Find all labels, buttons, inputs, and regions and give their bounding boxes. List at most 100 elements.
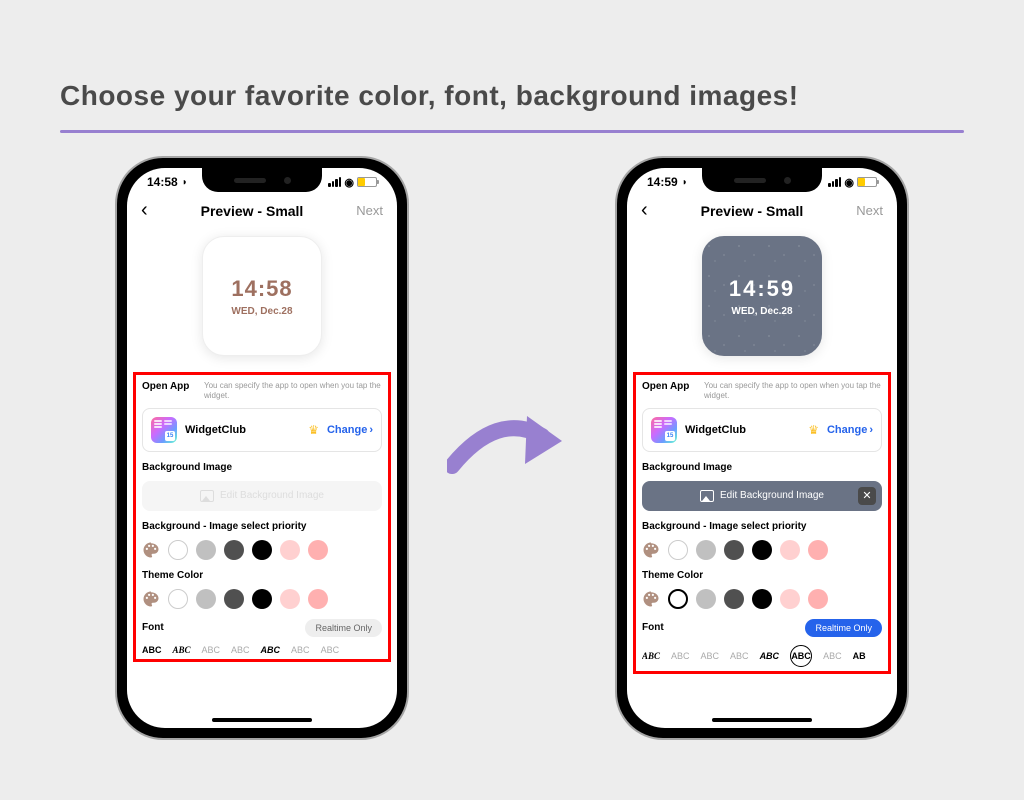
swatch-pink[interactable]	[808, 589, 828, 609]
swatch-lightgray[interactable]	[696, 540, 716, 560]
status-time: 14:58◗	[147, 175, 188, 189]
nav-title: Preview - Small	[201, 203, 304, 219]
page-heading: Choose your favorite color, font, backgr…	[60, 80, 964, 112]
swatch-pink[interactable]	[308, 589, 328, 609]
swatch-lightpink[interactable]	[780, 589, 800, 609]
phone-notch	[202, 168, 322, 192]
font-option[interactable]: ABC	[701, 651, 720, 661]
font-option[interactable]: ABC	[173, 645, 191, 655]
font-option[interactable]: ABC	[261, 645, 281, 655]
open-app-label: Open App	[642, 381, 696, 392]
close-icon[interactable]: ✕	[858, 487, 876, 505]
open-app-desc: You can specify the app to open when you…	[204, 381, 382, 402]
widget-date: WED, Dec.28	[231, 306, 292, 317]
edit-bg-button[interactable]: Edit Background Image	[142, 481, 382, 511]
font-option[interactable]: ABC	[671, 651, 690, 661]
battery-icon	[357, 177, 377, 187]
font-option[interactable]: AB	[853, 651, 866, 661]
edit-bg-button[interactable]: Edit Background Image ✕	[642, 481, 882, 511]
theme-color-title: Theme Color	[642, 570, 882, 581]
palette-icon[interactable]	[142, 590, 160, 608]
font-option[interactable]: ABC	[202, 645, 221, 655]
crown-icon: ♛	[308, 423, 319, 437]
font-samples: ABC ABC ABC ABC ABC ABC ABC AB	[642, 645, 882, 667]
font-option[interactable]: ABC	[231, 645, 250, 655]
theme-swatch-row	[642, 589, 882, 609]
swatch-darkgray[interactable]	[724, 589, 744, 609]
realtime-pill[interactable]: Realtime Only	[305, 619, 382, 637]
open-app-desc: You can specify the app to open when you…	[704, 381, 882, 402]
bg-swatch-row	[142, 540, 382, 560]
app-icon	[151, 417, 177, 443]
font-option[interactable]: ABC	[142, 645, 162, 655]
swatch-white[interactable]	[668, 540, 688, 560]
app-selector-row[interactable]: WidgetClub ♛ Change›	[142, 408, 382, 452]
next-button[interactable]: Next	[356, 203, 383, 218]
highlight-box: Open App You can specify the app to open…	[133, 372, 391, 662]
next-button[interactable]: Next	[856, 203, 883, 218]
home-indicator[interactable]	[712, 718, 812, 722]
swatch-lightgray[interactable]	[196, 540, 216, 560]
swatch-lightpink[interactable]	[780, 540, 800, 560]
font-option[interactable]: ABC	[321, 645, 340, 655]
font-title: Font	[642, 622, 696, 633]
font-option[interactable]: ABC	[291, 645, 310, 655]
app-selector-row[interactable]: WidgetClub ♛ Change›	[642, 408, 882, 452]
widget-time: 14:58	[231, 276, 292, 302]
status-icons: ◉	[328, 176, 377, 189]
app-name: WidgetClub	[685, 424, 800, 436]
back-button[interactable]: ‹	[141, 199, 148, 222]
font-option-selected[interactable]: ABC	[790, 645, 812, 667]
phone-right: 14:59◗ ◉ ‹ Preview - Small Next 14:59	[617, 158, 907, 738]
bg-image-title: Background Image	[142, 462, 382, 473]
signal-icon	[328, 177, 341, 187]
font-title: Font	[142, 622, 196, 633]
font-samples: ABC ABC ABC ABC ABC ABC ABC	[142, 645, 382, 655]
widget-date: WED, Dec.28	[731, 306, 792, 317]
font-option[interactable]: ABC	[760, 651, 780, 661]
realtime-pill[interactable]: Realtime Only	[805, 619, 882, 637]
swatch-pink[interactable]	[308, 540, 328, 560]
widget-preview-card: 14:58 WED, Dec.28	[202, 236, 322, 356]
swatch-lightpink[interactable]	[280, 589, 300, 609]
home-indicator[interactable]	[212, 718, 312, 722]
swatch-lightgray[interactable]	[196, 589, 216, 609]
nav-title: Preview - Small	[701, 203, 804, 219]
palette-icon[interactable]	[142, 541, 160, 559]
heading-underline	[60, 130, 964, 133]
widget-time: 14:59	[729, 276, 795, 302]
swatch-black[interactable]	[252, 589, 272, 609]
swatch-darkgray[interactable]	[724, 540, 744, 560]
swatch-black[interactable]	[252, 540, 272, 560]
swatch-darkgray[interactable]	[224, 589, 244, 609]
bg-image-title: Background Image	[642, 462, 882, 473]
image-icon	[200, 490, 214, 502]
bg-priority-title: Background - Image select priority	[642, 521, 882, 532]
back-button[interactable]: ‹	[641, 199, 648, 222]
font-option[interactable]: ABC	[730, 651, 749, 661]
font-option[interactable]: ABC	[823, 651, 842, 661]
wifi-icon: ◉	[844, 176, 854, 189]
swatch-black[interactable]	[752, 540, 772, 560]
status-icons: ◉	[828, 176, 877, 189]
highlight-box: Open App You can specify the app to open…	[633, 372, 891, 674]
swatch-white[interactable]	[168, 540, 188, 560]
font-option[interactable]: ABC	[642, 651, 660, 661]
swatch-white[interactable]	[668, 589, 688, 609]
palette-icon[interactable]	[642, 590, 660, 608]
swatch-lightpink[interactable]	[280, 540, 300, 560]
signal-icon	[828, 177, 841, 187]
change-button[interactable]: Change›	[327, 424, 373, 436]
theme-color-title: Theme Color	[142, 570, 382, 581]
swatch-darkgray[interactable]	[224, 540, 244, 560]
palette-icon[interactable]	[642, 541, 660, 559]
theme-swatch-row	[142, 589, 382, 609]
change-button[interactable]: Change›	[827, 424, 873, 436]
app-name: WidgetClub	[185, 424, 300, 436]
swatch-black[interactable]	[752, 589, 772, 609]
swatch-pink[interactable]	[808, 540, 828, 560]
app-icon	[651, 417, 677, 443]
swatch-lightgray[interactable]	[696, 589, 716, 609]
swatch-white[interactable]	[168, 589, 188, 609]
image-icon	[700, 490, 714, 502]
